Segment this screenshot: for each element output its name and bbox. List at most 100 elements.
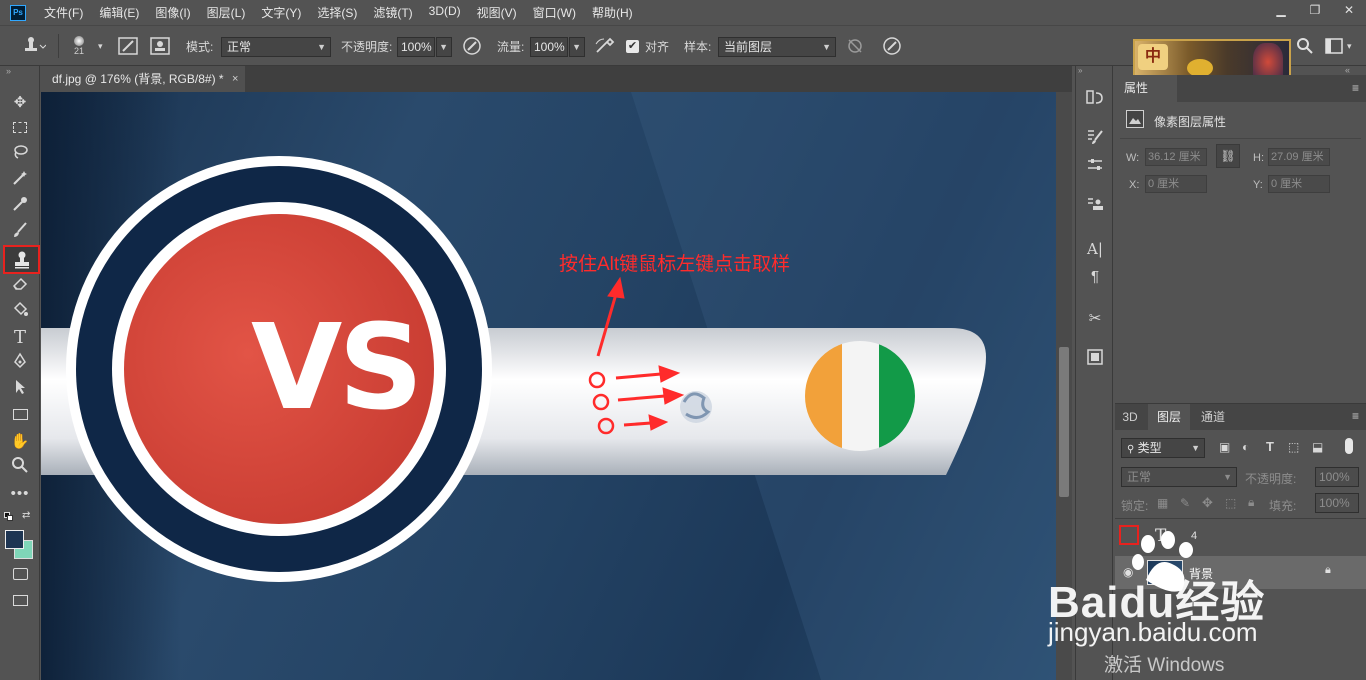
clone-stamp-preset-icon[interactable] — [20, 26, 46, 66]
character-panel-icon[interactable]: A| — [1084, 238, 1106, 260]
filter-pixel-icon[interactable]: ▣ — [1219, 440, 1230, 454]
close-icon[interactable]: × — [232, 66, 238, 92]
tab-properties[interactable]: 属性 — [1115, 75, 1177, 102]
close-icon[interactable]: ✕ — [1332, 0, 1366, 22]
paragraph-panel-icon[interactable]: ¶ — [1084, 266, 1106, 288]
opacity-dropdown[interactable]: ▼ — [436, 37, 452, 57]
screen-mode-icon[interactable] — [6, 590, 34, 614]
workspace-icon[interactable] — [1325, 26, 1343, 66]
fill-input[interactable]: 100% — [1315, 493, 1359, 513]
flow-input[interactable]: 100% — [530, 37, 568, 57]
brush-dropdown-icon[interactable]: ▾ — [98, 26, 103, 66]
link-icon[interactable]: ⛓ — [1216, 144, 1240, 168]
ignore-adjustment-icon[interactable] — [846, 26, 864, 66]
tab-layers[interactable]: 图层 — [1148, 404, 1190, 430]
lasso-tool-icon[interactable] — [6, 143, 34, 167]
more-tools-icon[interactable]: ••• — [6, 482, 34, 506]
path-selection-tool-icon[interactable] — [6, 378, 34, 402]
brush-preset-picker[interactable]: 21 — [74, 26, 84, 66]
mode-label: 模式: — [186, 39, 214, 54]
magic-wand-tool-icon[interactable] — [6, 169, 34, 193]
mode-dropdown[interactable]: 正常 ▼ — [221, 37, 331, 57]
menu-view[interactable]: 视图(V) — [477, 4, 517, 21]
brush-settings-icon[interactable] — [118, 26, 138, 66]
workspace-dropdown-icon[interactable]: ▾ — [1347, 26, 1352, 66]
filter-type-icon[interactable]: T — [1266, 439, 1274, 454]
marquee-tool-icon[interactable] — [6, 117, 34, 141]
menu-type[interactable]: 文字(Y) — [261, 4, 301, 21]
brush-settings-icon[interactable] — [1084, 128, 1106, 150]
blend-mode-dropdown[interactable]: 正常 ▼ — [1121, 467, 1237, 487]
menu-edit[interactable]: 编辑(E) — [99, 4, 139, 21]
layer-opacity-input[interactable]: 100% — [1315, 467, 1359, 487]
lock-label: 锁定: — [1121, 499, 1149, 513]
lock-all-icon[interactable]: 🔒︎ — [1248, 495, 1254, 510]
default-colors-icon[interactable] — [4, 512, 14, 522]
paint-bucket-tool-icon[interactable] — [6, 300, 34, 324]
opacity-input[interactable]: 100% — [397, 37, 435, 57]
y-field[interactable]: 0 厘米 — [1268, 175, 1330, 193]
flow-dropdown[interactable]: ▼ — [569, 37, 585, 57]
align-checkbox[interactable]: ✔ — [626, 26, 639, 66]
x-field[interactable]: 0 厘米 — [1145, 175, 1207, 193]
lock-transparent-icon[interactable]: ▦ — [1157, 496, 1168, 510]
chevron-down-icon: ▼ — [822, 42, 831, 52]
restore-icon[interactable]: ❐ — [1298, 0, 1332, 22]
clone-stamp-tool-highlight[interactable] — [3, 245, 40, 274]
panel-menu-icon[interactable]: ≡ — [1352, 81, 1359, 95]
pressure-size-icon[interactable] — [882, 26, 902, 66]
quick-mask-icon[interactable] — [6, 564, 34, 588]
type-tool-icon[interactable]: T — [6, 326, 34, 350]
pen-tool-icon[interactable] — [6, 352, 34, 376]
hand-tool-icon[interactable]: ✋ — [6, 430, 34, 454]
eyedropper-tool-icon[interactable] — [6, 195, 34, 219]
menu-help[interactable]: 帮助(H) — [592, 4, 633, 21]
move-tool-icon[interactable]: ✥ — [6, 91, 34, 115]
collapse-icon[interactable]: « — [1345, 65, 1350, 75]
tab-channels[interactable]: 通道 — [1192, 404, 1234, 430]
lock-image-icon[interactable]: ✎ — [1180, 496, 1190, 510]
collapse-icon[interactable]: » — [6, 66, 11, 76]
scrollbar-thumb[interactable] — [1059, 347, 1069, 497]
rectangle-tool-icon[interactable] — [6, 404, 34, 428]
menu-filter[interactable]: 滤镜(T) — [373, 4, 412, 21]
menu-image[interactable]: 图像(I) — [155, 4, 190, 21]
filter-toggle-switch[interactable] — [1345, 438, 1353, 454]
search-icon[interactable] — [1296, 26, 1314, 66]
airbrush-icon[interactable] — [594, 26, 616, 66]
filter-adjustment-icon[interactable]: ◐ — [1242, 440, 1249, 454]
height-field[interactable]: 27.09 厘米 — [1268, 148, 1330, 166]
menu-file[interactable]: 文件(F) — [44, 4, 83, 21]
brush-tool-icon[interactable] — [6, 221, 34, 245]
menu-select[interactable]: 选择(S) — [317, 4, 357, 21]
eraser-tool-icon[interactable] — [6, 274, 34, 298]
panel-menu-icon[interactable]: ≡ — [1352, 409, 1359, 423]
tab-3d[interactable]: 3D — [1115, 404, 1145, 430]
history-icon[interactable] — [1084, 88, 1106, 110]
layer-comps-icon[interactable] — [1084, 348, 1106, 370]
width-field[interactable]: 36.12 厘米 — [1145, 148, 1207, 166]
lock-position-icon[interactable]: ✥ — [1202, 495, 1213, 511]
layer-filter-dropdown[interactable]: ⚲ 类型 ▼ — [1121, 438, 1205, 458]
pressure-opacity-icon[interactable] — [462, 26, 482, 66]
foreground-color-swatch[interactable] — [5, 530, 24, 549]
lock-icon: 🔒︎ — [1325, 564, 1331, 576]
document-canvas[interactable]: VS 按住Alt键鼠标左键点击取样 — [41, 92, 1056, 680]
filter-smart-object-icon[interactable]: ⬓ — [1312, 440, 1323, 454]
lock-artboard-icon[interactable]: ⬚ — [1225, 496, 1236, 510]
minimize-icon[interactable]: ▁ — [1264, 0, 1298, 22]
clone-source-icon[interactable] — [1084, 196, 1106, 218]
sample-label: 样本: — [684, 39, 712, 54]
menu-3d[interactable]: 3D(D) — [429, 4, 461, 21]
swap-colors-icon[interactable]: ⇄ — [22, 510, 30, 521]
sample-dropdown[interactable]: 当前图层 ▼ — [718, 37, 836, 57]
adjustments-icon[interactable] — [1084, 156, 1106, 178]
menu-window[interactable]: 窗口(W) — [533, 4, 576, 21]
clone-source-icon[interactable] — [150, 26, 170, 66]
collapse-icon[interactable]: » — [1078, 66, 1112, 75]
filter-shape-icon[interactable]: ⬚ — [1288, 440, 1299, 454]
menu-layer[interactable]: 图层(L) — [207, 4, 246, 21]
tool-presets-icon[interactable]: ✂ — [1084, 308, 1106, 330]
zoom-tool-icon[interactable] — [6, 456, 34, 480]
document-tab[interactable]: df.jpg @ 176% (背景, RGB/8#) * × — [40, 66, 245, 92]
